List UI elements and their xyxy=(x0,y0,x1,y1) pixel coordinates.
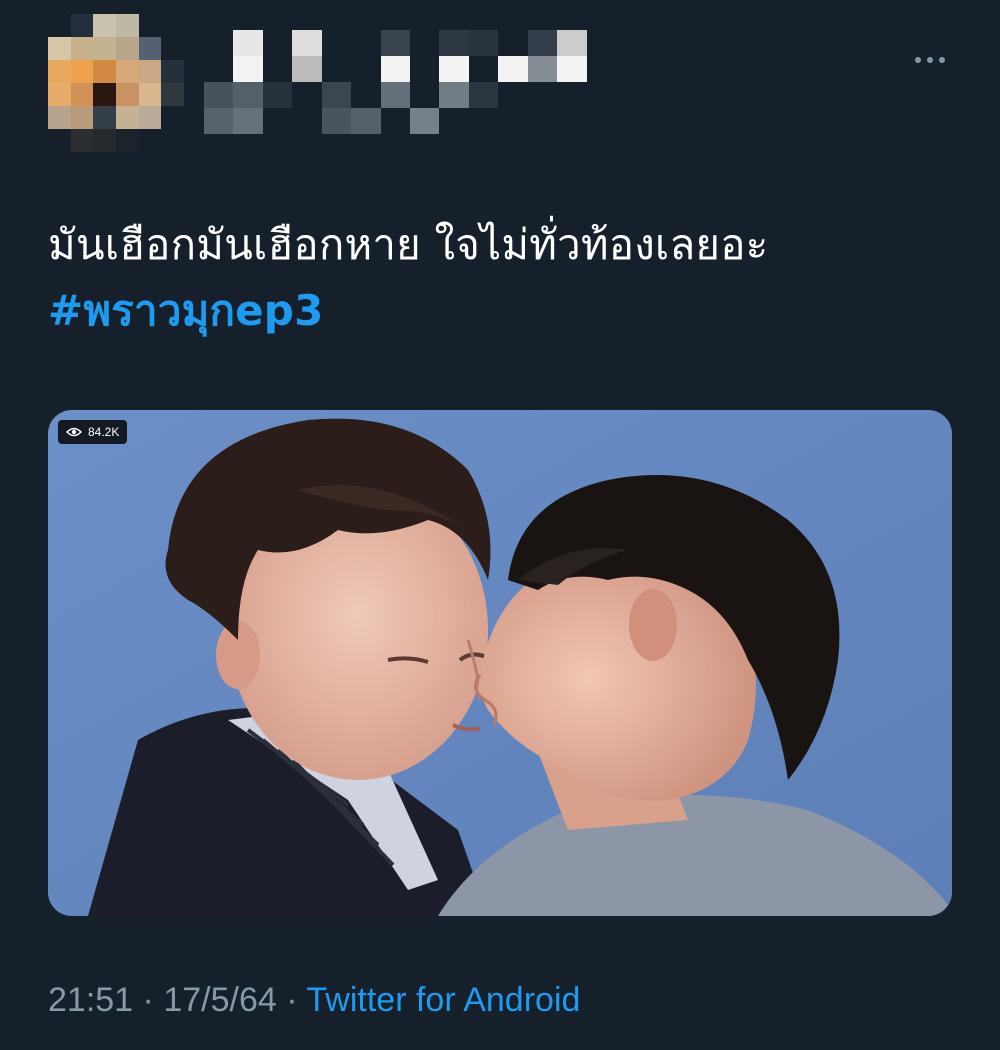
tweet-date[interactable]: 17/5/64 xyxy=(163,981,276,1019)
avatar[interactable] xyxy=(48,14,184,152)
display-name-censored[interactable] xyxy=(204,30,616,134)
view-count-badge: 84.2K xyxy=(58,420,128,444)
video-thumbnail xyxy=(48,410,952,916)
avatar-pixelation xyxy=(48,14,184,152)
eye-icon xyxy=(66,427,82,437)
tweet-media-video[interactable]: 84.2K xyxy=(48,410,952,916)
meta-separator: · xyxy=(286,981,298,1019)
tweet-text: มันเฮือกมันเฮือกหาย ใจไม่ทั่วท้องเลยอะ #… xyxy=(48,212,948,344)
tweet-source-link[interactable]: Twitter for Android xyxy=(306,981,580,1019)
meta-separator: · xyxy=(142,981,154,1019)
tweet-meta: 21:51 · 17/5/64 · Twitter for Android xyxy=(48,978,580,1022)
more-horizontal-icon xyxy=(915,57,945,63)
hashtag-link[interactable]: #พราวมุกep3 xyxy=(48,278,948,344)
tweet-text-line: มันเฮือกมันเฮือกหาย ใจไม่ทั่วท้องเลยอะ xyxy=(48,220,769,269)
tweet-time[interactable]: 21:51 xyxy=(48,981,133,1019)
view-count: 84.2K xyxy=(88,425,120,439)
more-options-button[interactable] xyxy=(908,40,952,80)
